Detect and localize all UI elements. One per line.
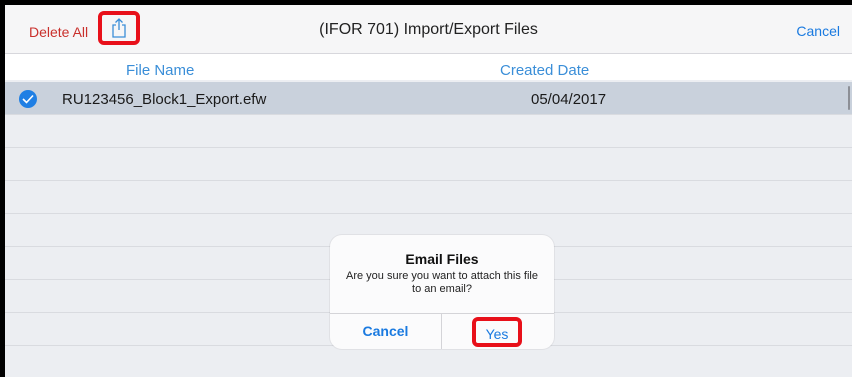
table-row[interactable]: RU123456_Block1_Export.efw 05/04/2017 bbox=[5, 82, 852, 115]
alert-message: Are you sure you want to attach this fil… bbox=[346, 270, 538, 295]
file-name-cell: RU123456_Block1_Export.efw bbox=[62, 91, 267, 108]
alert-yes-highlight: Yes bbox=[472, 317, 522, 347]
table-row bbox=[5, 148, 852, 181]
table-row bbox=[5, 115, 852, 148]
app-window: Delete All (IFOR 701) Import/Export File… bbox=[0, 0, 852, 377]
navigation-bar: Delete All (IFOR 701) Import/Export File… bbox=[5, 5, 852, 54]
alert-button-divider bbox=[441, 313, 442, 349]
column-file-name[interactable]: File Name bbox=[126, 62, 194, 79]
alert-cancel-button[interactable]: Cancel bbox=[330, 323, 441, 339]
table-row bbox=[5, 181, 852, 214]
alert-title: Email Files bbox=[405, 251, 479, 267]
alert-yes-button[interactable]: Yes bbox=[476, 326, 518, 342]
file-date-cell: 05/04/2017 bbox=[531, 91, 607, 108]
scroll-indicator bbox=[848, 86, 850, 110]
column-created-date[interactable]: Created Date bbox=[500, 62, 589, 79]
checkmark-icon[interactable] bbox=[19, 90, 37, 108]
table-row bbox=[5, 346, 852, 377]
cancel-button[interactable]: Cancel bbox=[796, 23, 840, 39]
email-files-alert: Email Files Are you sure you want to att… bbox=[330, 235, 554, 349]
alert-divider bbox=[330, 313, 554, 314]
column-header: File Name Created Date bbox=[5, 54, 852, 80]
page-title: (IFOR 701) Import/Export Files bbox=[319, 21, 538, 38]
